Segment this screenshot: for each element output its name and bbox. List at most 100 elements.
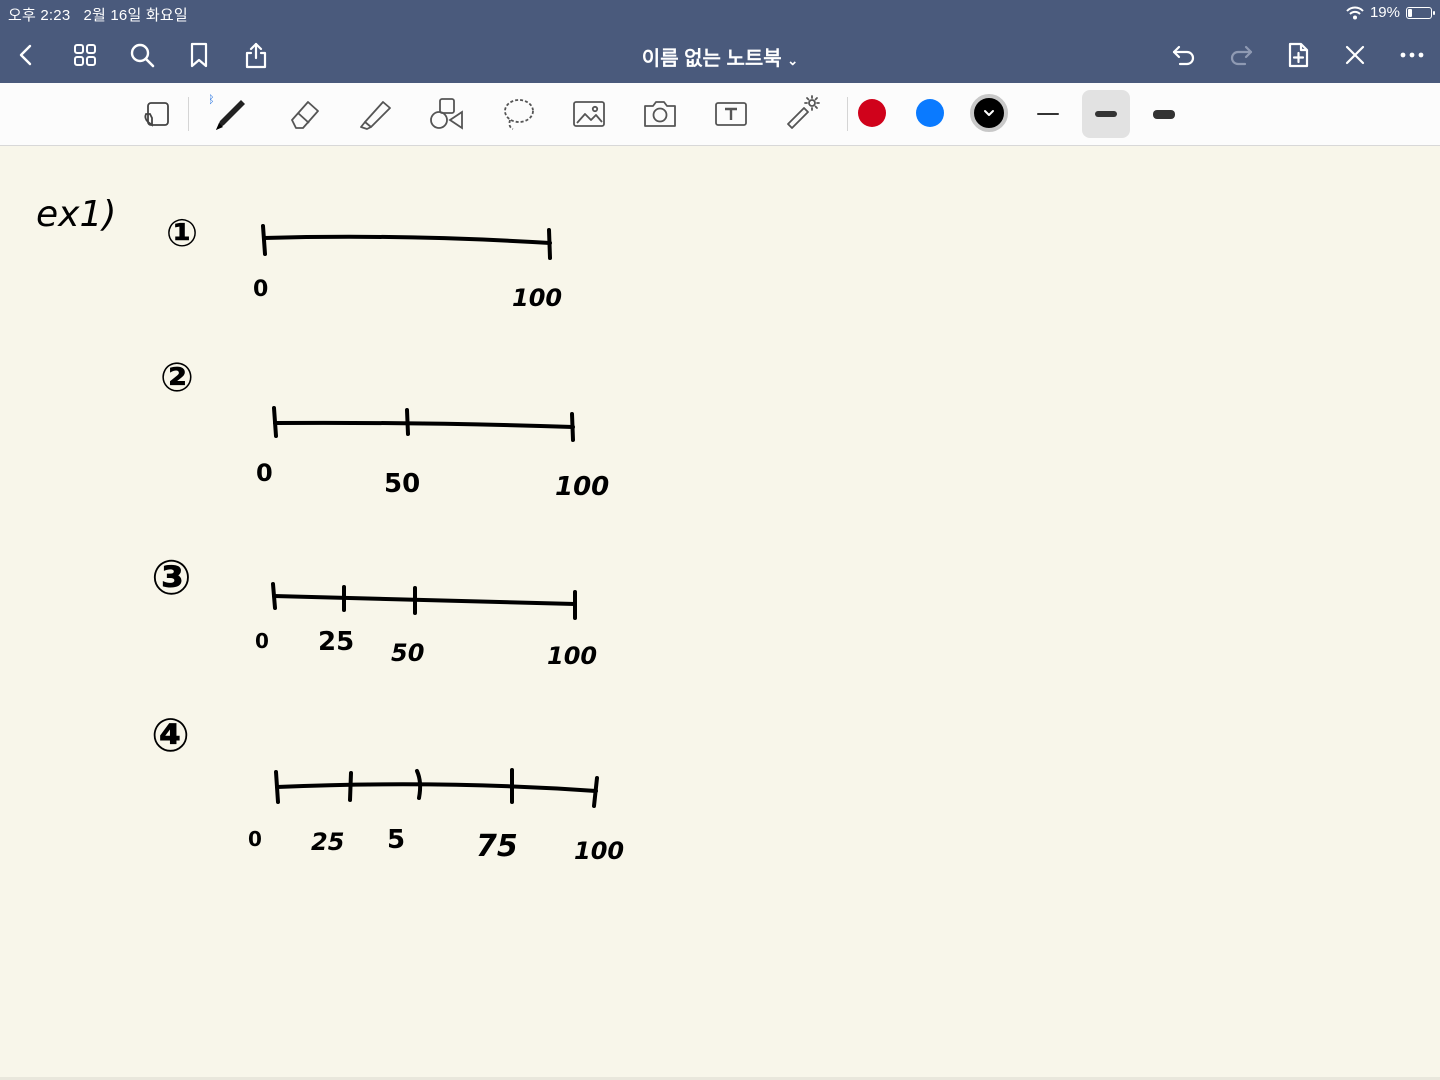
example-number: ④ <box>151 708 190 762</box>
toolbar-divider <box>188 97 189 131</box>
redo-icon <box>1230 45 1253 66</box>
shapes-tool[interactable] <box>422 91 470 137</box>
chevron-down-icon <box>984 110 994 116</box>
note-heading: ex1) <box>36 194 116 235</box>
eraser-tool[interactable] <box>280 91 328 137</box>
battery-icon <box>1406 6 1435 19</box>
text-tool[interactable] <box>707 91 755 137</box>
stroke-width-medium-preview <box>1095 111 1117 117</box>
bookmark-button[interactable] <box>180 36 218 74</box>
tick-label: 50 <box>384 469 420 499</box>
highlighter-icon <box>360 101 391 130</box>
search-icon <box>130 43 155 68</box>
toolbar-divider <box>847 97 848 131</box>
tick-label: 100 <box>547 642 597 670</box>
share-button[interactable] <box>237 36 275 74</box>
highlighter-tool[interactable] <box>351 91 399 137</box>
image-tool[interactable] <box>565 91 613 137</box>
tick-label: 0 <box>256 459 273 487</box>
back-button[interactable] <box>8 36 46 74</box>
example-number: ① <box>166 211 198 255</box>
nav-bar: 이름 없는 노트북 ⌄ <box>0 26 1440 83</box>
tick-label: 100 <box>512 284 562 312</box>
add-page-button[interactable] <box>1279 36 1317 74</box>
tick-mark <box>570 412 575 442</box>
status-bar: 오후 2:23 2월 16일 화요일 19% <box>0 0 1440 26</box>
eraser-icon <box>291 101 319 129</box>
number-line-3 <box>272 594 577 606</box>
drawing-toolbar: ᛒ <box>0 83 1440 146</box>
more-icon <box>1400 52 1424 58</box>
tick-mark <box>348 771 353 802</box>
read-only-mode-button[interactable] <box>132 91 180 137</box>
search-button[interactable] <box>123 36 161 74</box>
battery-percent: 19% <box>1369 4 1400 21</box>
tick-mark <box>261 224 267 256</box>
color-swatch-black[interactable] <box>970 94 1008 132</box>
wifi-icon <box>1346 6 1364 19</box>
color-swatch-red[interactable] <box>858 99 886 127</box>
tick-mark <box>274 770 280 804</box>
tick-label: 100 <box>574 837 624 865</box>
tick-label: 5 <box>387 825 405 855</box>
share-icon <box>245 42 267 69</box>
pen-cross-icon <box>1345 45 1365 65</box>
grid-icon <box>74 44 96 66</box>
number-line-1 <box>262 234 552 245</box>
stroke-width-thin[interactable] <box>1024 90 1072 138</box>
add-page-icon <box>1288 42 1309 68</box>
pen-icon: ᛒ <box>210 94 245 130</box>
example-number: ③ <box>151 550 192 606</box>
tick-mark <box>592 776 599 808</box>
tick-label: 0 <box>255 629 269 653</box>
notebook-title-text: 이름 없는 노트북 <box>641 48 782 70</box>
status-time: 오후 2:23 2월 16일 화요일 <box>8 4 188 25</box>
pen-tool[interactable]: ᛒ <box>206 91 254 137</box>
grid-view-button[interactable] <box>66 36 104 74</box>
status-time-text: 오후 2:23 <box>8 7 71 24</box>
status-right: 19% <box>1346 4 1435 21</box>
stroke-width-thin-preview <box>1037 113 1059 115</box>
stroke-width-thick-preview <box>1153 109 1175 119</box>
text-box-icon <box>715 102 747 126</box>
svg-text:ᛒ: ᛒ <box>210 94 215 106</box>
tick-mark <box>547 228 552 260</box>
bookmark-icon <box>190 42 208 68</box>
camera-tool[interactable] <box>636 91 684 137</box>
example-number: ② <box>160 355 194 401</box>
laser-pointer-tool[interactable] <box>778 91 826 137</box>
shapes-icon <box>430 98 463 130</box>
stroke-width-medium[interactable] <box>1082 90 1130 138</box>
tablet-hand-icon <box>144 102 169 127</box>
note-canvas[interactable]: ex1) ① 0 100 ② 0 50 100 ③ 0 25 50 100 ④ … <box>0 146 1440 1078</box>
stroke-width-thick[interactable] <box>1140 90 1188 138</box>
tick-label: 25 <box>311 828 344 856</box>
tick-mark <box>271 582 277 610</box>
laser-pointer-icon <box>787 95 820 129</box>
undo-button[interactable] <box>1165 36 1203 74</box>
tick-label: 75 <box>476 829 518 864</box>
tick-label: 0 <box>253 277 268 302</box>
color-swatch-blue[interactable] <box>916 99 944 127</box>
tick-mark <box>272 406 278 438</box>
drawing-tools-toggle-button[interactable] <box>1336 36 1374 74</box>
chevron-down-icon: ⌄ <box>787 53 799 68</box>
lasso-tool[interactable] <box>494 91 542 137</box>
tick-mark <box>405 408 410 436</box>
tick-label: 100 <box>555 472 609 502</box>
number-line-4 <box>275 782 598 793</box>
chevron-left-icon <box>19 44 32 66</box>
tick-label: 25 <box>318 627 354 657</box>
image-icon <box>573 101 605 127</box>
more-button[interactable] <box>1393 36 1431 74</box>
notebook-title-button[interactable]: 이름 없는 노트북 ⌄ <box>642 48 798 70</box>
handwriting-layer: ex1) ① 0 100 ② 0 50 100 ③ 0 25 50 100 ④ … <box>36 194 624 865</box>
lasso-icon <box>504 99 534 130</box>
camera-icon <box>644 101 676 127</box>
status-date-text: 2월 16일 화요일 <box>83 7 188 24</box>
undo-icon <box>1172 45 1195 66</box>
tick-label: 0 <box>248 827 262 851</box>
redo-button[interactable] <box>1222 36 1260 74</box>
tick-label: 50 <box>391 639 424 667</box>
number-line-2 <box>273 420 575 429</box>
